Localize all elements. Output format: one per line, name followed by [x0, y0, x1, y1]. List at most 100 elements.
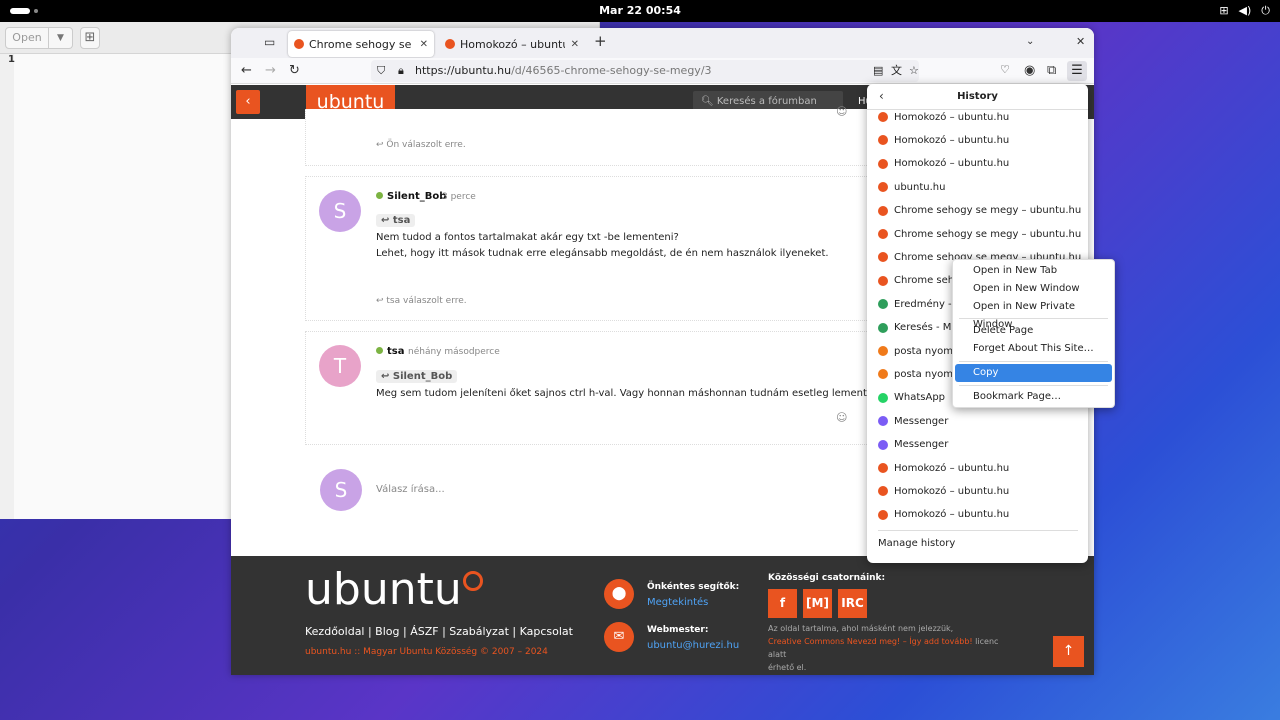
- site-favicon-icon: [878, 392, 888, 403]
- reaction-icon[interactable]: ☺: [836, 105, 847, 118]
- back-arrow-icon[interactable]: ←: [241, 63, 252, 78]
- search-placeholder: Keresés a fórumban: [716, 96, 817, 107]
- avatar[interactable]: S: [319, 190, 361, 232]
- divider: [959, 361, 1108, 362]
- tab-overview-icon[interactable]: ▭: [264, 35, 275, 49]
- history-item[interactable]: Messenger: [878, 437, 948, 453]
- site-favicon-icon: [878, 229, 888, 239]
- site-favicon-icon: [878, 322, 888, 333]
- irc-button[interactable]: IRC: [838, 589, 867, 618]
- post-time[interactable]: 3 perce: [442, 192, 476, 202]
- history-item-label: Chrome sehogy se megy – ubuntu.hu: [894, 228, 1082, 240]
- history-item[interactable]: WhatsApp: [878, 390, 945, 406]
- history-item[interactable]: Chrome sehogy se megy – ubuntu.hu: [878, 203, 1081, 219]
- footer-copyright[interactable]: ubuntu.hu :: Magyar Ubuntu Közösség © 20…: [305, 647, 548, 657]
- post-author[interactable]: tsa: [376, 346, 404, 357]
- ubuntu-favicon-icon: [445, 39, 455, 49]
- facebook-button[interactable]: f: [768, 589, 797, 618]
- reply-mention[interactable]: ↩ tsa: [376, 214, 416, 227]
- tab-chrome-sehogy[interactable]: Chrome sehogy se megy – ubuntu.hu ✕: [288, 31, 434, 57]
- bookmark-star-icon[interactable]: ☆: [909, 60, 919, 82]
- close-icon[interactable]: ✕: [420, 39, 428, 50]
- power-icon[interactable]: ⏻: [1261, 4, 1270, 18]
- reply-input[interactable]: Válasz írása...: [376, 482, 445, 498]
- menu-forget-site[interactable]: Forget About This Site…: [955, 340, 1112, 358]
- translate-icon[interactable]: 文: [891, 60, 902, 82]
- helpers-title: Önkéntes segítők:: [647, 582, 740, 592]
- history-item[interactable]: Chrome sehogy se megy – ubuntu.hu: [878, 226, 1081, 242]
- replied-note[interactable]: ↩ tsa válaszolt erre.: [376, 296, 467, 306]
- history-item[interactable]: posta nyomo: [878, 366, 959, 382]
- site-back-button[interactable]: ‹: [236, 90, 260, 114]
- menu-delete-page[interactable]: Delete Page: [955, 322, 1112, 340]
- site-favicon-icon: [878, 182, 888, 193]
- history-item[interactable]: Chrome seho: [878, 273, 960, 289]
- nav-bar: ← → ↻ ⛉ 🔒︎ https://ubuntu.hu/d/46565-chr…: [231, 58, 1094, 84]
- menu-open-new-tab[interactable]: Open in New Tab: [955, 262, 1112, 280]
- extensions-icon[interactable]: ⧉: [1047, 63, 1056, 78]
- url-bar[interactable]: ⛉ 🔒︎ https://ubuntu.hu/d/46565-chrome-se…: [371, 60, 919, 82]
- history-item[interactable]: Homokozó – ubuntu.hu: [878, 109, 1009, 125]
- new-tab-icon[interactable]: +: [594, 32, 607, 50]
- site-favicon-icon: [878, 252, 888, 263]
- reply-mention[interactable]: ↩ Silent_Bob: [376, 370, 458, 383]
- site-favicon-icon: [878, 158, 888, 169]
- helpers-link[interactable]: Megtekintés: [647, 597, 708, 608]
- system-tray[interactable]: ⊞ ◀) ⏻: [1219, 4, 1270, 18]
- network-icon[interactable]: ⊞: [1219, 4, 1228, 18]
- menu-bookmark-page[interactable]: Bookmark Page…: [955, 388, 1112, 406]
- avatar[interactable]: T: [319, 345, 361, 387]
- envelope-icon: ✉: [604, 622, 634, 652]
- history-item[interactable]: Homokozó – ubuntu.hu: [878, 132, 1009, 148]
- scroll-to-top-button[interactable]: ↑: [1053, 636, 1084, 667]
- history-item[interactable]: ubuntu.hu: [878, 179, 945, 195]
- post-body: Meg sem tudom jeleníteni őket sajnos ctr…: [376, 388, 888, 399]
- lock-icon[interactable]: 🔒︎: [398, 60, 404, 82]
- pocket-icon[interactable]: ♡: [1000, 63, 1010, 76]
- chevron-down-icon[interactable]: ⌄: [1026, 36, 1034, 47]
- close-icon[interactable]: ✕: [571, 39, 579, 50]
- reader-view-icon[interactable]: ▤: [873, 60, 883, 82]
- clock[interactable]: Mar 22 00:54: [0, 4, 1280, 17]
- forward-arrow-icon[interactable]: →: [265, 63, 276, 78]
- shield-icon[interactable]: ⛉: [377, 60, 385, 82]
- menu-open-new-window[interactable]: Open in New Window: [955, 280, 1112, 298]
- history-item-label: posta nyomo: [894, 368, 960, 380]
- manage-history-button[interactable]: Manage history: [878, 538, 955, 549]
- hamburger-menu-icon[interactable]: ☰: [1067, 61, 1087, 81]
- history-item-label: ubuntu.hu: [894, 181, 946, 193]
- post-time[interactable]: néhány másodperce: [408, 347, 500, 357]
- history-item-label: Homokozó – ubuntu.hu: [894, 509, 1010, 521]
- url-text[interactable]: https://ubuntu.hu/d/46565-chrome-sehogy-…: [415, 60, 712, 82]
- history-item-label: Homokozó – ubuntu.hu: [894, 485, 1010, 497]
- tab-title: Chrome sehogy se megy – ubuntu.hu: [309, 37, 414, 51]
- site-footer: ubuntu Kezdőoldal | Blog | ÁSZF | Szabál…: [231, 556, 1094, 675]
- line-number: 1: [8, 54, 15, 65]
- history-item[interactable]: Keresés - Ma: [878, 320, 958, 336]
- chevron-down-icon[interactable]: ▼: [49, 27, 73, 49]
- history-item[interactable]: Homokozó – ubuntu.hu: [878, 507, 1009, 523]
- open-button[interactable]: Open: [5, 27, 49, 49]
- reaction-icon[interactable]: ☺: [836, 411, 847, 424]
- license-link[interactable]: Creative Commons Nevezd meg! – Így add t…: [768, 637, 973, 646]
- history-item[interactable]: Homokozó – ubuntu.hu: [878, 156, 1009, 172]
- post-author[interactable]: Silent_Bob: [376, 191, 446, 202]
- history-item[interactable]: posta nyomo: [878, 343, 959, 359]
- account-icon[interactable]: ◉: [1024, 63, 1035, 78]
- history-item[interactable]: Messenger: [878, 413, 948, 429]
- new-document-icon[interactable]: ⊞: [80, 27, 100, 49]
- tab-homokozo[interactable]: Homokozó – ubuntu.hu ✕: [439, 31, 585, 57]
- footer-links[interactable]: Kezdőoldal | Blog | ÁSZF | Szabályzat | …: [305, 625, 573, 638]
- post-card: T tsa néhány másodperce ↩ Silent_Bob Meg…: [305, 331, 905, 445]
- history-item[interactable]: Homokozó – ubuntu.hu: [878, 460, 1009, 476]
- window-close-icon[interactable]: ✕: [1076, 35, 1085, 48]
- menu-open-private-window[interactable]: Open in New Private Window: [955, 298, 1112, 330]
- menu-copy[interactable]: Copy: [955, 364, 1112, 382]
- volume-icon[interactable]: ◀): [1239, 4, 1252, 18]
- reload-icon[interactable]: ↻: [289, 63, 300, 78]
- matrix-button[interactable]: [M]: [803, 589, 832, 618]
- history-item[interactable]: Eredmény - M: [878, 296, 963, 312]
- history-item[interactable]: Homokozó – ubuntu.hu: [878, 483, 1009, 499]
- location-pin-icon: ⬤: [604, 579, 634, 609]
- webmaster-link[interactable]: ubuntu@hurezi.hu: [647, 640, 739, 651]
